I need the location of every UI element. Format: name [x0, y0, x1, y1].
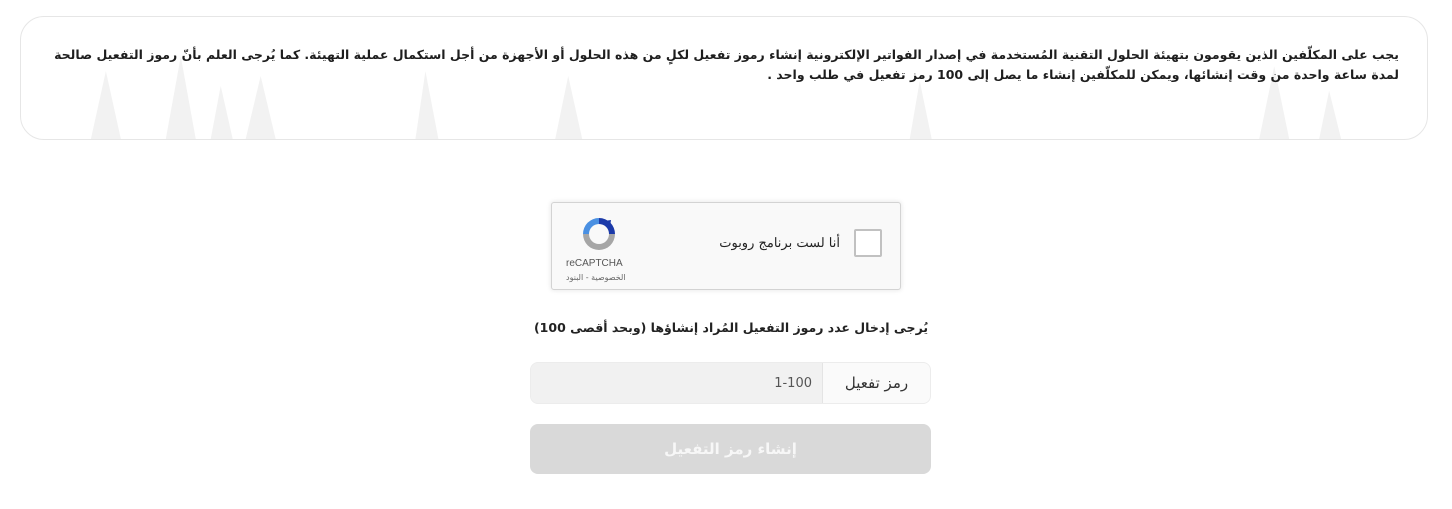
notice-text: يجب على المكلّفين الذين يقومون بتهيئة ال…	[54, 47, 1399, 82]
recaptcha-checkbox[interactable]	[854, 229, 882, 257]
quantity-hint: يُرجى إدخال عدد رموز التفعيل المُراد إنش…	[533, 320, 929, 335]
recaptcha-brand: reCAPTCHA	[566, 258, 623, 269]
notice-card: يجب على المكلّفين الذين يقومون بتهيئة ال…	[20, 16, 1428, 140]
recaptcha-logo-icon	[583, 218, 615, 250]
page: يجب على المكلّفين الذين يقومون بتهيئة ال…	[0, 0, 1452, 509]
recaptcha-widget: أنا لست برنامج روبوت reCAPTCHA الخصوصية …	[551, 202, 901, 290]
activation-count-input[interactable]	[531, 363, 822, 403]
activation-code-addon: رمز تفعيل	[822, 363, 930, 403]
recaptcha-label: أنا لست برنامج روبوت	[719, 236, 840, 251]
recaptcha-terms-link[interactable]: الخصوصية - البنود	[566, 273, 626, 282]
create-activation-code-button[interactable]: إنشاء رمز التفعيل	[530, 424, 931, 474]
activation-count-group: رمز تفعيل	[530, 362, 931, 404]
